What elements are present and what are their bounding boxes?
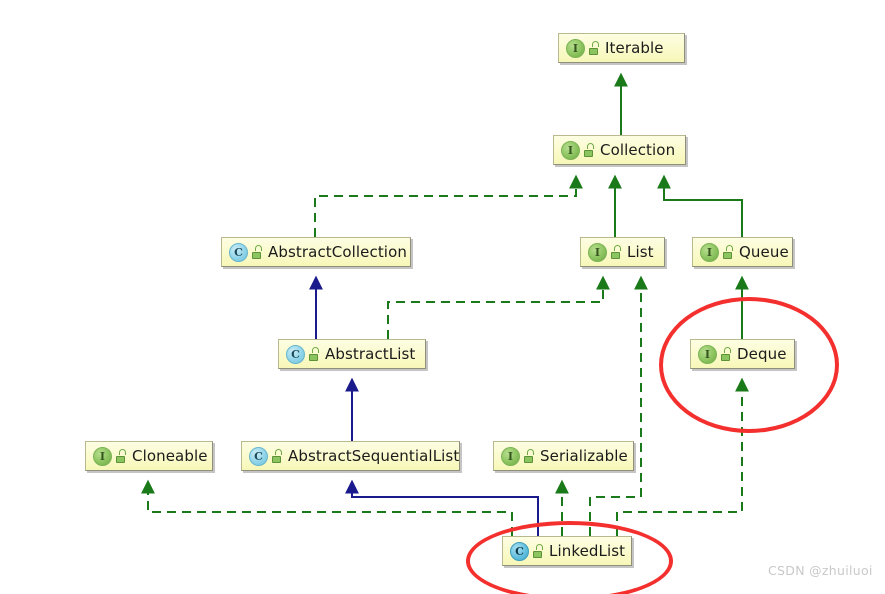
edge-abstractlist-to-list	[387, 275, 610, 339]
unlocked-padlock-icon	[271, 449, 283, 463]
node-abstractsequentiallist[interactable]: C AbstractSequentialList	[241, 441, 460, 471]
edge-linkedlist-to-deque	[616, 377, 749, 536]
node-label: AbstractSequentialList	[288, 447, 460, 465]
node-label: Cloneable	[132, 447, 208, 465]
node-deque[interactable]: I Deque	[690, 339, 795, 369]
node-label: AbstractList	[325, 345, 416, 363]
node-collection[interactable]: I Collection	[553, 135, 686, 165]
node-list[interactable]: I List	[580, 237, 665, 267]
edge-layer	[141, 72, 749, 536]
interface-icon: I	[588, 242, 607, 262]
class-icon: C	[510, 541, 529, 561]
interface-icon: I	[566, 38, 585, 58]
node-linkedlist[interactable]: C LinkedList	[502, 536, 632, 566]
interface-icon: I	[501, 446, 520, 466]
unlocked-padlock-icon	[532, 544, 544, 558]
unlocked-padlock-icon	[308, 347, 320, 361]
unlocked-padlock-icon	[115, 449, 127, 463]
node-label: AbstractCollection	[268, 243, 407, 261]
unlocked-padlock-icon	[251, 245, 263, 259]
node-label: Queue	[739, 243, 789, 261]
edge-queue-to-collection	[657, 174, 743, 237]
node-cloneable[interactable]: I Cloneable	[85, 441, 213, 471]
node-serializable[interactable]: I Serializable	[493, 441, 634, 471]
unlocked-padlock-icon	[720, 347, 732, 361]
edge-linkedlist-to-abstractsequentiallist	[345, 479, 539, 536]
node-label: Iterable	[605, 39, 664, 57]
node-label: Serializable	[540, 447, 628, 465]
node-label: Collection	[600, 141, 676, 159]
unlocked-padlock-icon	[722, 245, 734, 259]
interface-icon: I	[561, 140, 580, 160]
watermark: CSDN @zhuiluoi	[768, 563, 873, 578]
unlocked-padlock-icon	[610, 245, 622, 259]
node-abstractlist[interactable]: C AbstractList	[278, 339, 426, 369]
unlocked-padlock-icon	[523, 449, 535, 463]
node-abstractcollection[interactable]: C AbstractCollection	[221, 237, 411, 267]
node-label: List	[627, 243, 654, 261]
class-icon: C	[229, 242, 248, 262]
interface-icon: I	[700, 242, 719, 262]
diagram-canvas: I Iterable I Collection C AbstractCollec…	[0, 0, 885, 594]
interface-icon: I	[698, 344, 717, 364]
unlocked-padlock-icon	[583, 143, 595, 157]
node-iterable[interactable]: I Iterable	[558, 33, 685, 63]
node-label: Deque	[737, 345, 787, 363]
class-icon: C	[286, 344, 305, 364]
edge-abstractcollection-to-collection	[314, 174, 583, 237]
node-queue[interactable]: I Queue	[692, 237, 793, 267]
edge-linkedlist-to-cloneable	[141, 479, 513, 536]
class-icon: C	[249, 446, 268, 466]
edge-linkedlist-to-list	[589, 275, 648, 536]
node-label: LinkedList	[549, 542, 626, 560]
unlocked-padlock-icon	[588, 41, 600, 55]
interface-icon: I	[93, 446, 112, 466]
